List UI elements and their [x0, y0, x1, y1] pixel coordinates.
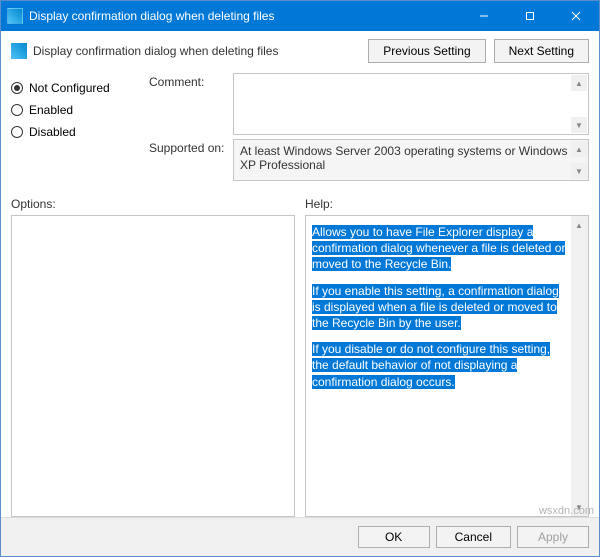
supported-value: At least Windows Server 2003 operating s…	[240, 144, 567, 172]
titlebar: Display confirmation dialog when deletin…	[1, 1, 599, 31]
help-text[interactable]: Allows you to have File Explorer display…	[306, 216, 588, 408]
fields-column: Comment: ▲ ▼ Supported on: At least Wind…	[149, 73, 589, 185]
scroll-up-icon[interactable]: ▲	[571, 217, 587, 233]
help-paragraph-2: If you enable this setting, a confirmati…	[312, 284, 559, 330]
next-setting-button[interactable]: Next Setting	[494, 39, 589, 63]
close-button[interactable]	[553, 1, 599, 31]
comment-label: Comment:	[149, 73, 233, 89]
help-paragraph-3: If you disable or do not configure this …	[312, 342, 550, 388]
options-label: Options:	[11, 197, 295, 211]
scroll-down-icon[interactable]: ▼	[571, 499, 587, 515]
app-icon	[7, 8, 23, 24]
settings-row: Not Configured Enabled Disabled Comment:…	[11, 73, 589, 185]
radio-label: Not Configured	[29, 81, 110, 95]
button-bar: OK Cancel Apply	[1, 517, 599, 556]
window-title: Display confirmation dialog when deletin…	[29, 9, 461, 23]
radio-not-configured[interactable]: Not Configured	[11, 77, 139, 99]
policy-icon	[11, 43, 27, 59]
state-radio-group: Not Configured Enabled Disabled	[11, 73, 139, 185]
policy-title: Display confirmation dialog when deletin…	[33, 44, 360, 58]
comment-row: Comment: ▲ ▼	[149, 73, 589, 135]
radio-icon	[11, 104, 23, 116]
help-column: Help: Allows you to have File Explorer d…	[305, 197, 589, 517]
comment-input[interactable]: ▲ ▼	[233, 73, 589, 135]
supported-row: Supported on: At least Windows Server 20…	[149, 139, 589, 181]
apply-button[interactable]: Apply	[517, 526, 589, 548]
options-panel	[11, 215, 295, 517]
window-controls	[461, 1, 599, 31]
help-scrollbar[interactable]: ▲ ▼	[571, 216, 588, 516]
cancel-button[interactable]: Cancel	[436, 526, 511, 548]
help-paragraph-1: Allows you to have File Explorer display…	[312, 225, 565, 271]
scroll-up-icon[interactable]: ▲	[571, 75, 587, 91]
minimize-button[interactable]	[461, 1, 507, 31]
options-column: Options:	[11, 197, 295, 517]
radio-icon	[11, 82, 23, 94]
scroll-down-icon[interactable]: ▼	[571, 163, 587, 179]
radio-disabled[interactable]: Disabled	[11, 121, 139, 143]
radio-label: Disabled	[29, 125, 76, 139]
lower-panels: Options: Help: Allows you to have File E…	[11, 197, 589, 517]
ok-button[interactable]: OK	[358, 526, 430, 548]
supported-box: At least Windows Server 2003 operating s…	[233, 139, 589, 181]
radio-label: Enabled	[29, 103, 73, 117]
help-label: Help:	[305, 197, 589, 211]
radio-enabled[interactable]: Enabled	[11, 99, 139, 121]
previous-setting-button[interactable]: Previous Setting	[368, 39, 485, 63]
scroll-down-icon[interactable]: ▼	[571, 117, 587, 133]
header-row: Display confirmation dialog when deletin…	[11, 39, 589, 63]
maximize-button[interactable]	[507, 1, 553, 31]
scroll-up-icon[interactable]: ▲	[571, 141, 587, 157]
radio-icon	[11, 126, 23, 138]
help-panel[interactable]: Allows you to have File Explorer display…	[305, 215, 589, 517]
supported-label: Supported on:	[149, 139, 233, 155]
content-area: Display confirmation dialog when deletin…	[1, 31, 599, 517]
policy-editor-window: Display confirmation dialog when deletin…	[0, 0, 600, 557]
